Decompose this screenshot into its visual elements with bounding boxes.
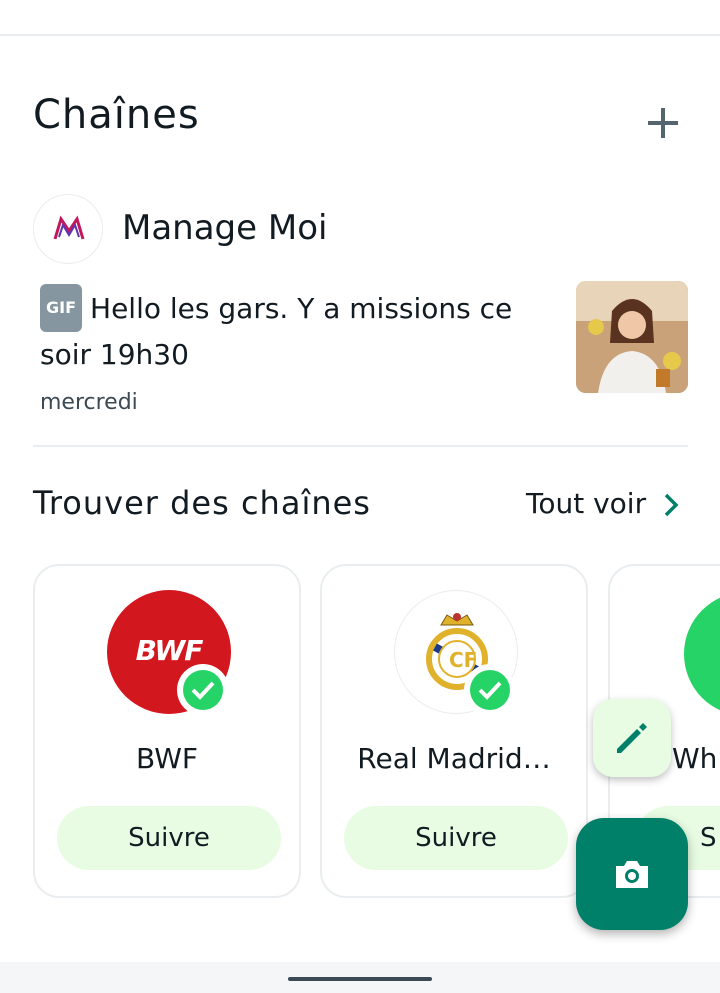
camera-icon	[616, 861, 648, 888]
verified-badge-icon	[177, 664, 229, 716]
gif-thumbnail-icon	[576, 281, 688, 393]
channel-name[interactable]: Manage Moi	[122, 208, 327, 248]
suggestion-name: Real Madrid…	[357, 742, 551, 775]
message-thumbnail[interactable]	[576, 281, 688, 393]
suggestion-name: Wh	[672, 742, 718, 775]
plus-icon[interactable]	[646, 106, 680, 140]
edit-status-button[interactable]	[593, 699, 671, 777]
verified-badge-icon	[464, 664, 516, 716]
top-divider	[0, 34, 720, 36]
camera-button[interactable]	[576, 818, 688, 930]
message-time: mercredi	[40, 390, 138, 415]
manage-moi-logo-icon	[53, 215, 85, 240]
bwf-logo-text: BWF	[135, 634, 204, 667]
channel-message[interactable]: GIF Hello les gars. Y a missions ce soir …	[40, 284, 550, 378]
channels-title: Chaînes	[33, 92, 200, 138]
suggestion-card-bwf[interactable]: BWF BWF Suivre	[33, 564, 301, 898]
channel-avatar[interactable]	[33, 194, 103, 264]
chevron-right-icon[interactable]	[660, 492, 682, 518]
follow-button[interactable]: Suivre	[344, 806, 568, 870]
pencil-icon	[617, 723, 647, 753]
section-divider	[33, 445, 688, 447]
suggestion-card-real-madrid[interactable]: CF Real Madrid… Suivre	[320, 564, 588, 898]
suggestion-name: BWF	[135, 742, 198, 775]
home-gesture-handle[interactable]	[288, 977, 432, 981]
message-text: Hello les gars. Y a missions ce soir 19h…	[40, 292, 513, 371]
gif-badge: GIF	[40, 284, 83, 332]
whatsapp-logo-icon	[684, 592, 720, 716]
see-all-link[interactable]: Tout voir	[526, 487, 646, 520]
find-channels-title: Trouver des chaînes	[33, 484, 371, 522]
follow-button[interactable]: Suivre	[57, 806, 281, 870]
system-nav-bar	[0, 962, 720, 993]
